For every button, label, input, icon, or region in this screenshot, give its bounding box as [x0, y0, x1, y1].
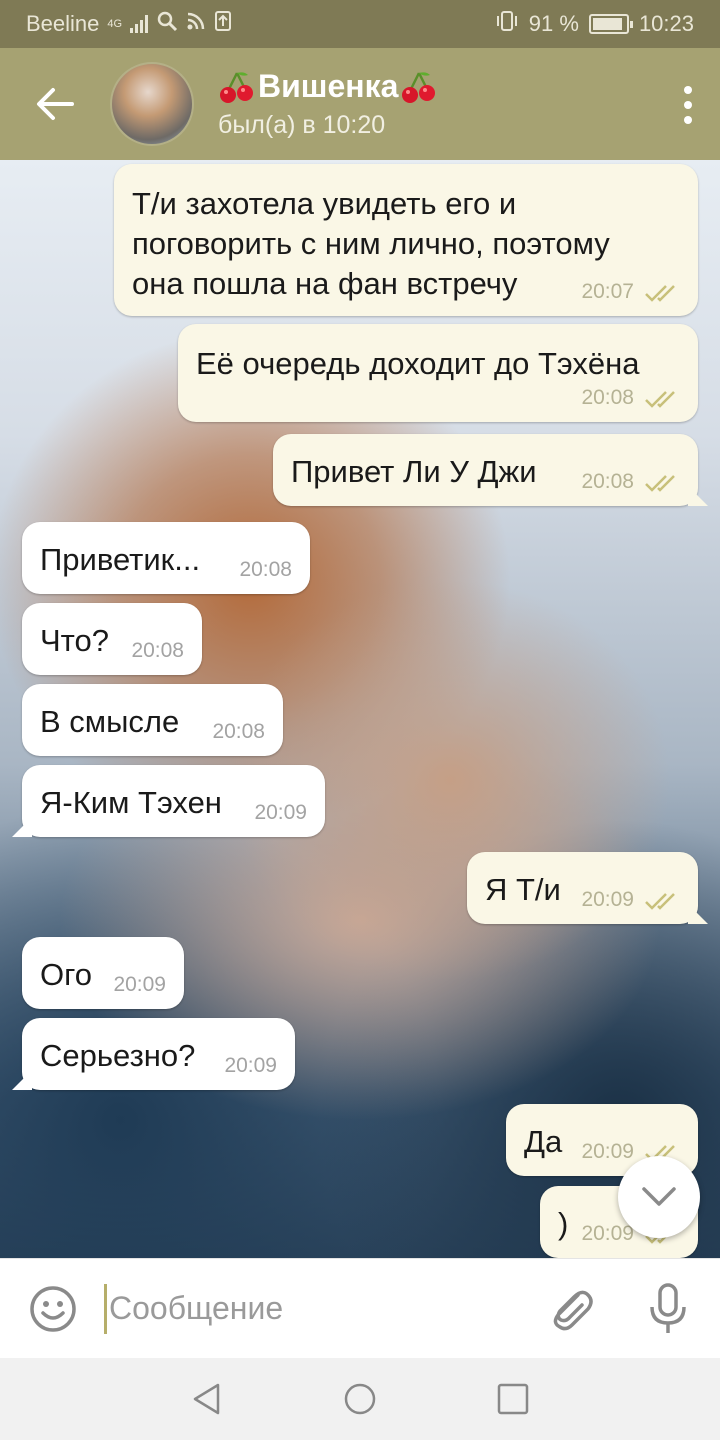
- battery-percent: 91 %: [528, 11, 579, 36]
- message-text: Ого: [40, 957, 92, 992]
- message-bubble-outgoing[interactable]: Я Т/и 20:09: [467, 852, 708, 924]
- rss-icon: [186, 11, 206, 37]
- chat-area[interactable]: Т/и захотела увидеть его и поговорить с …: [0, 160, 720, 1258]
- more-button[interactable]: [684, 86, 692, 124]
- double-check-icon: [645, 893, 675, 910]
- microphone-button[interactable]: [648, 1283, 688, 1335]
- chat-title: Вишенка: [218, 68, 438, 105]
- chat-header: Вишенка был(а) в 10:20: [0, 48, 720, 160]
- message-time: 20:08: [581, 470, 634, 493]
- contact-name: Вишенка: [258, 68, 399, 104]
- signal-icon: [130, 15, 149, 33]
- text-cursor: [104, 1283, 107, 1334]
- message-text: ): [558, 1206, 569, 1241]
- cherry-icon: [220, 71, 253, 103]
- message-time: 20:09: [581, 1222, 634, 1245]
- system-nav-bar: [0, 1358, 720, 1440]
- more-icon: [684, 86, 692, 94]
- nav-back-icon[interactable]: [190, 1382, 224, 1416]
- chat-title-block[interactable]: Вишенка был(а) в 10:20: [218, 68, 438, 140]
- message-time: 20:07: [581, 280, 634, 303]
- message-text: Да: [524, 1124, 563, 1159]
- message-text: Я Т/и: [485, 872, 561, 907]
- message-input[interactable]: Сообщение: [109, 1290, 529, 1327]
- message-time: 20:08: [239, 558, 292, 581]
- message-time: 20:09: [581, 888, 634, 911]
- message-bubble-outgoing[interactable]: Т/и захотела увидеть его и поговорить с …: [114, 164, 698, 316]
- message-text: В смысле: [40, 704, 180, 739]
- message-time: 20:08: [212, 720, 265, 743]
- message-text: Что?: [40, 623, 109, 658]
- emoji-button[interactable]: [28, 1284, 78, 1334]
- message-bubble-incoming[interactable]: Что? 20:08: [22, 603, 202, 675]
- upload-icon: [214, 10, 232, 38]
- vibrate-icon: [495, 10, 519, 38]
- message-time: 20:08: [131, 639, 184, 662]
- message-time: 20:09: [254, 801, 307, 824]
- message-bubble-outgoing[interactable]: Привет Ли У Джи 20:08: [273, 434, 708, 506]
- double-check-icon: [645, 285, 675, 302]
- message-time: 20:08: [581, 386, 634, 409]
- double-check-icon: [645, 391, 675, 408]
- cherry-icon: [402, 71, 436, 103]
- message-bubble-incoming[interactable]: Я-Ким Тэхен 20:09: [12, 765, 325, 837]
- search-icon: [156, 10, 178, 38]
- message-text: Я-Ким Тэхен: [40, 785, 222, 820]
- message-bubble-incoming[interactable]: Серьезно? 20:09: [12, 1018, 295, 1090]
- last-seen-status: был(а) в 10:20: [218, 111, 386, 139]
- carrier-name: Beeline: [26, 11, 100, 36]
- nav-home-icon[interactable]: [343, 1382, 377, 1416]
- message-bubble-incoming[interactable]: Ого 20:09: [22, 937, 184, 1009]
- message-bubble-incoming[interactable]: В смысле 20:08: [22, 684, 283, 756]
- message-text: Привет Ли У Джи: [291, 454, 537, 489]
- scroll-to-bottom-button[interactable]: [618, 1156, 700, 1238]
- message-bubble-outgoing[interactable]: Её очередь доходит до Тэхёна 20:08: [178, 324, 698, 422]
- attach-button[interactable]: [544, 1283, 596, 1335]
- message-text: Её очередь доходит до Тэхёна: [196, 346, 640, 381]
- message-composer: Сообщение: [0, 1258, 720, 1358]
- message-text: Т/и захотела увидеть его и поговорить с …: [132, 186, 610, 301]
- back-button[interactable]: [0, 48, 110, 160]
- back-arrow-icon: [37, 88, 74, 120]
- status-bar: Beeline 4G 91 % 10:23: [0, 0, 720, 48]
- avatar[interactable]: [110, 62, 194, 146]
- network-type: 4G: [107, 18, 123, 30]
- message-bubble-incoming[interactable]: Приветик... 20:08: [22, 522, 310, 594]
- double-check-icon: [645, 475, 675, 492]
- message-time: 20:09: [224, 1054, 277, 1077]
- message-time: 20:09: [113, 973, 166, 996]
- message-time: 20:09: [581, 1140, 634, 1163]
- battery-icon: [588, 14, 633, 34]
- clock: 10:23: [638, 11, 694, 36]
- chevron-down-icon: [642, 1187, 676, 1206]
- message-text: Серьезно?: [40, 1038, 196, 1073]
- message-text: Приветик...: [40, 542, 201, 577]
- nav-recents-icon[interactable]: [496, 1382, 530, 1416]
